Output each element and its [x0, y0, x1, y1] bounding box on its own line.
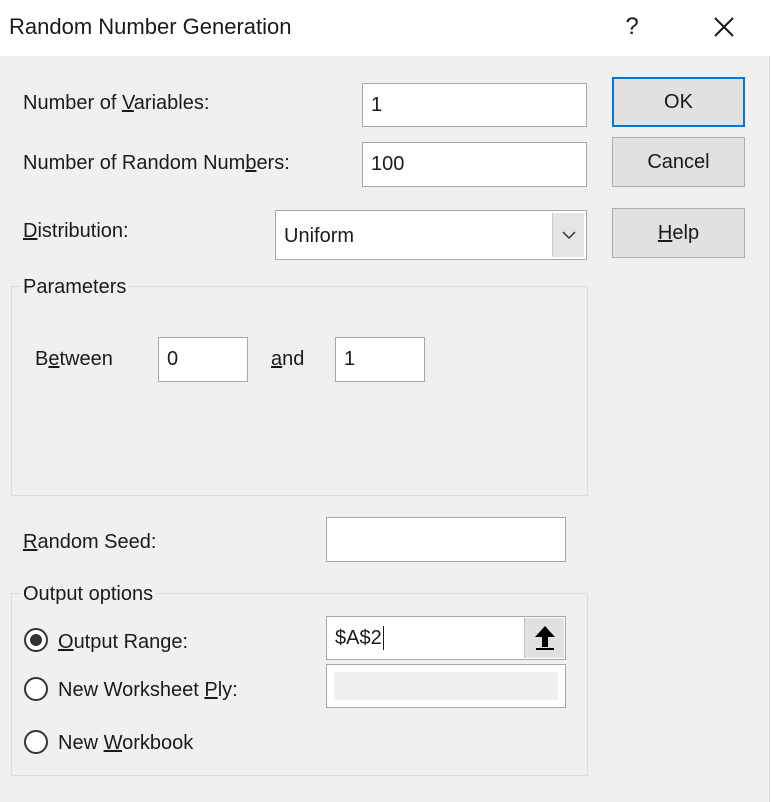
parameters-group	[11, 286, 588, 496]
distribution-select[interactable]: Uniform	[275, 210, 587, 260]
distribution-value: Uniform	[284, 225, 355, 247]
output-range-input[interactable]: $A$2	[326, 616, 566, 660]
random-seed-label: Random Seed:	[23, 531, 157, 553]
between-input[interactable]: 0	[158, 337, 248, 382]
random-number-generation-dialog: Random Number Generation ? Number of Var…	[0, 0, 770, 802]
number-of-variables-label: Number of Variables:	[23, 92, 210, 114]
parameters-group-label: Parameters	[21, 276, 129, 299]
random-seed-input[interactable]	[326, 517, 566, 562]
new-worksheet-ply-radio[interactable]	[24, 677, 48, 701]
distribution-label: Distribution:	[23, 220, 129, 242]
help-button[interactable]: Help	[612, 208, 745, 258]
between-label: Between	[35, 348, 113, 370]
chevron-down-icon[interactable]	[552, 213, 584, 257]
new-workbook-radio[interactable]	[24, 730, 48, 754]
disabled-field-fill	[334, 672, 558, 700]
new-worksheet-ply-label: New Worksheet Ply:	[58, 679, 238, 701]
number-of-variables-input[interactable]: 1	[362, 83, 587, 127]
close-icon[interactable]	[704, 10, 744, 46]
new-worksheet-ply-input[interactable]	[326, 664, 566, 708]
and-label: and	[271, 348, 305, 370]
output-range-radio[interactable]	[24, 628, 48, 652]
up-arrow-icon	[534, 626, 555, 650]
number-of-random-numbers-label: Number of Random Numbers:	[23, 152, 290, 174]
collapse-dialog-button[interactable]	[524, 618, 564, 658]
cancel-button[interactable]: Cancel	[612, 137, 745, 187]
and-input[interactable]: 1	[335, 337, 425, 382]
title-bar: Random Number Generation ?	[0, 0, 770, 56]
text-caret	[382, 626, 384, 650]
output-options-group-label: Output options	[21, 583, 156, 606]
new-workbook-label: New Workbook	[58, 732, 194, 754]
number-of-random-numbers-input[interactable]: 100	[362, 142, 587, 187]
ok-button[interactable]: OK	[612, 77, 745, 127]
output-range-label: Output Range:	[58, 631, 189, 653]
dialog-title: Random Number Generation	[9, 14, 292, 39]
radio-selected-dot	[30, 634, 42, 646]
help-icon[interactable]: ?	[616, 10, 648, 44]
